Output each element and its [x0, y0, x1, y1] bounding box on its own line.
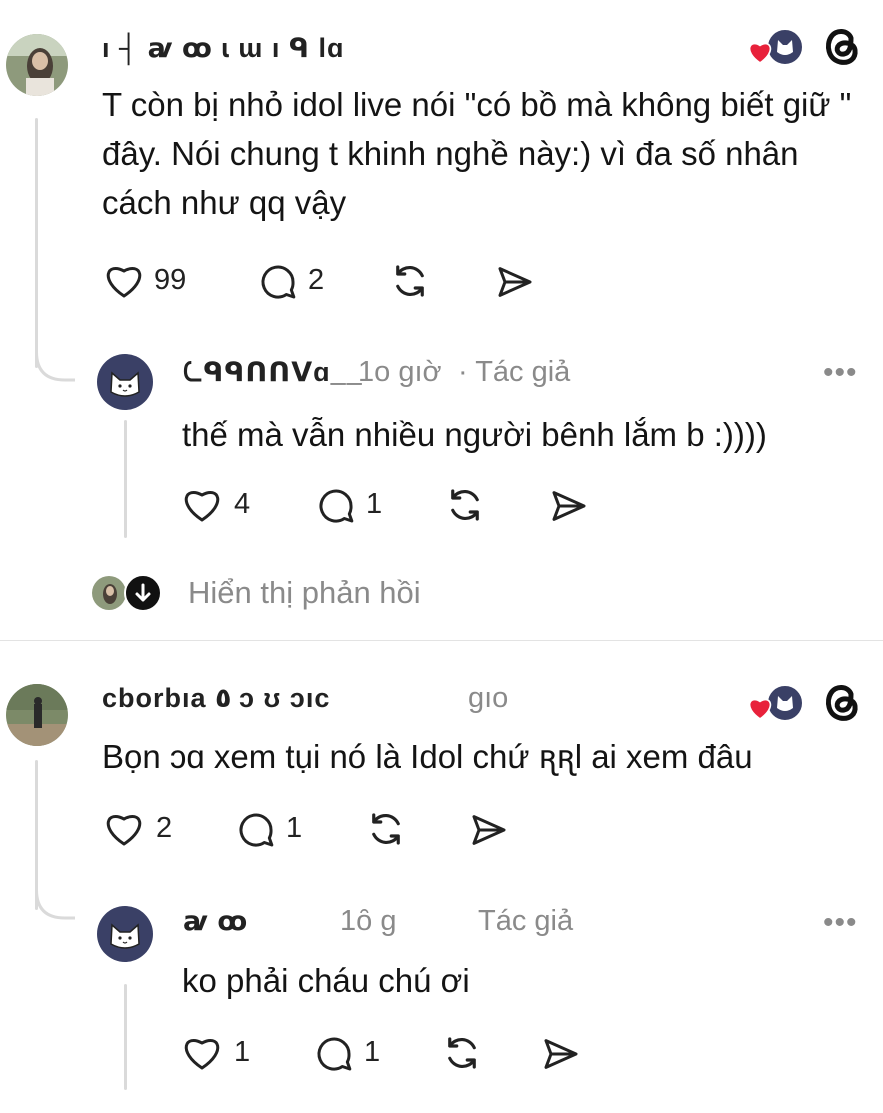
threads-logo-icon[interactable]: [822, 24, 864, 68]
share-send-icon[interactable]: [494, 262, 536, 302]
thread-curve: [35, 340, 75, 382]
author-label: · Tác giả: [458, 356, 571, 388]
like-heart-icon[interactable]: [104, 262, 144, 300]
reply-count: 1: [364, 1036, 381, 1068]
comment-text: Bọn ɔɑ xem tụi nó là Idol chứ ꭆꭆl ai xem…: [102, 738, 753, 775]
cat-avatar-image: [110, 371, 140, 397]
like-count: 1: [234, 1036, 251, 1068]
repost-icon[interactable]: [443, 484, 487, 526]
thread-line: [124, 420, 127, 538]
reply-username[interactable]: ꜹ ꝏ: [183, 906, 248, 937]
thread-curve: [35, 878, 75, 920]
share-send-icon[interactable]: [540, 1034, 582, 1074]
heart-filled-icon: [748, 42, 772, 64]
thread-line: [35, 118, 38, 368]
reply-time: 1ȏ ɡ: [340, 905, 397, 937]
liked-by-author-badge: [744, 682, 804, 722]
like-count: 99: [154, 264, 187, 296]
reply-text: thế mà vẫn nhiều người bênh lắm b :)))): [182, 416, 767, 453]
liked-by-author-badge: [744, 26, 804, 66]
user-avatar[interactable]: [6, 684, 68, 746]
repost-icon[interactable]: [440, 1032, 484, 1074]
username[interactable]: cborbıa ٥ ɔ ʊ ɔıc: [102, 683, 330, 714]
replier-avatar: [92, 576, 126, 610]
reply-count: 1: [286, 812, 303, 844]
reply-time: 1o gıờ: [358, 356, 442, 388]
cat-avatar-image: [110, 923, 140, 949]
threads-logo-icon[interactable]: [822, 680, 864, 724]
user-avatar[interactable]: [6, 34, 68, 96]
reply-count: 2: [308, 264, 325, 296]
share-send-icon[interactable]: [468, 810, 510, 850]
like-heart-icon[interactable]: [182, 1034, 222, 1072]
avatar-photo-image: [6, 684, 68, 746]
avatar-photo-image: [6, 34, 68, 96]
more-options-icon[interactable]: •••: [823, 356, 858, 390]
repost-icon[interactable]: [364, 808, 408, 850]
author-label: Tác giả: [478, 905, 574, 937]
reply-username[interactable]: ᘇᑫᑫᑎᑎᐯɑ__: [183, 357, 363, 389]
reply-count: 1: [366, 488, 383, 520]
thread-line: [124, 984, 127, 1090]
reply-text: ko phải cháu chú ơi: [182, 962, 470, 999]
divider: [0, 640, 883, 641]
author-avatar[interactable]: [97, 906, 153, 962]
repost-icon[interactable]: [388, 260, 432, 302]
reply-bubble-icon[interactable]: [236, 810, 276, 850]
like-heart-icon[interactable]: [182, 486, 222, 524]
comment-time: gıo: [468, 682, 509, 714]
reply-bubble-icon[interactable]: [316, 486, 356, 526]
like-heart-icon[interactable]: [104, 810, 144, 848]
author-avatar[interactable]: [97, 354, 153, 410]
like-count: 4: [234, 488, 251, 520]
like-count: 2: [156, 812, 173, 844]
reply-bubble-icon[interactable]: [314, 1034, 354, 1074]
username[interactable]: ı ┤ ꜹ ꝏ ɩ ɯ ı ᑫ lɑ: [102, 33, 344, 64]
heart-filled-icon: [748, 698, 772, 720]
reply-bubble-icon[interactable]: [258, 262, 298, 302]
share-send-icon[interactable]: [548, 486, 590, 526]
arrow-down-icon: [124, 574, 162, 612]
more-options-icon[interactable]: •••: [823, 906, 858, 940]
show-replies-link[interactable]: Hiển thị phản hồi: [188, 575, 421, 611]
comment-text: T còn bị nhỏ idol live nói "có bồ mà khô…: [102, 86, 852, 221]
